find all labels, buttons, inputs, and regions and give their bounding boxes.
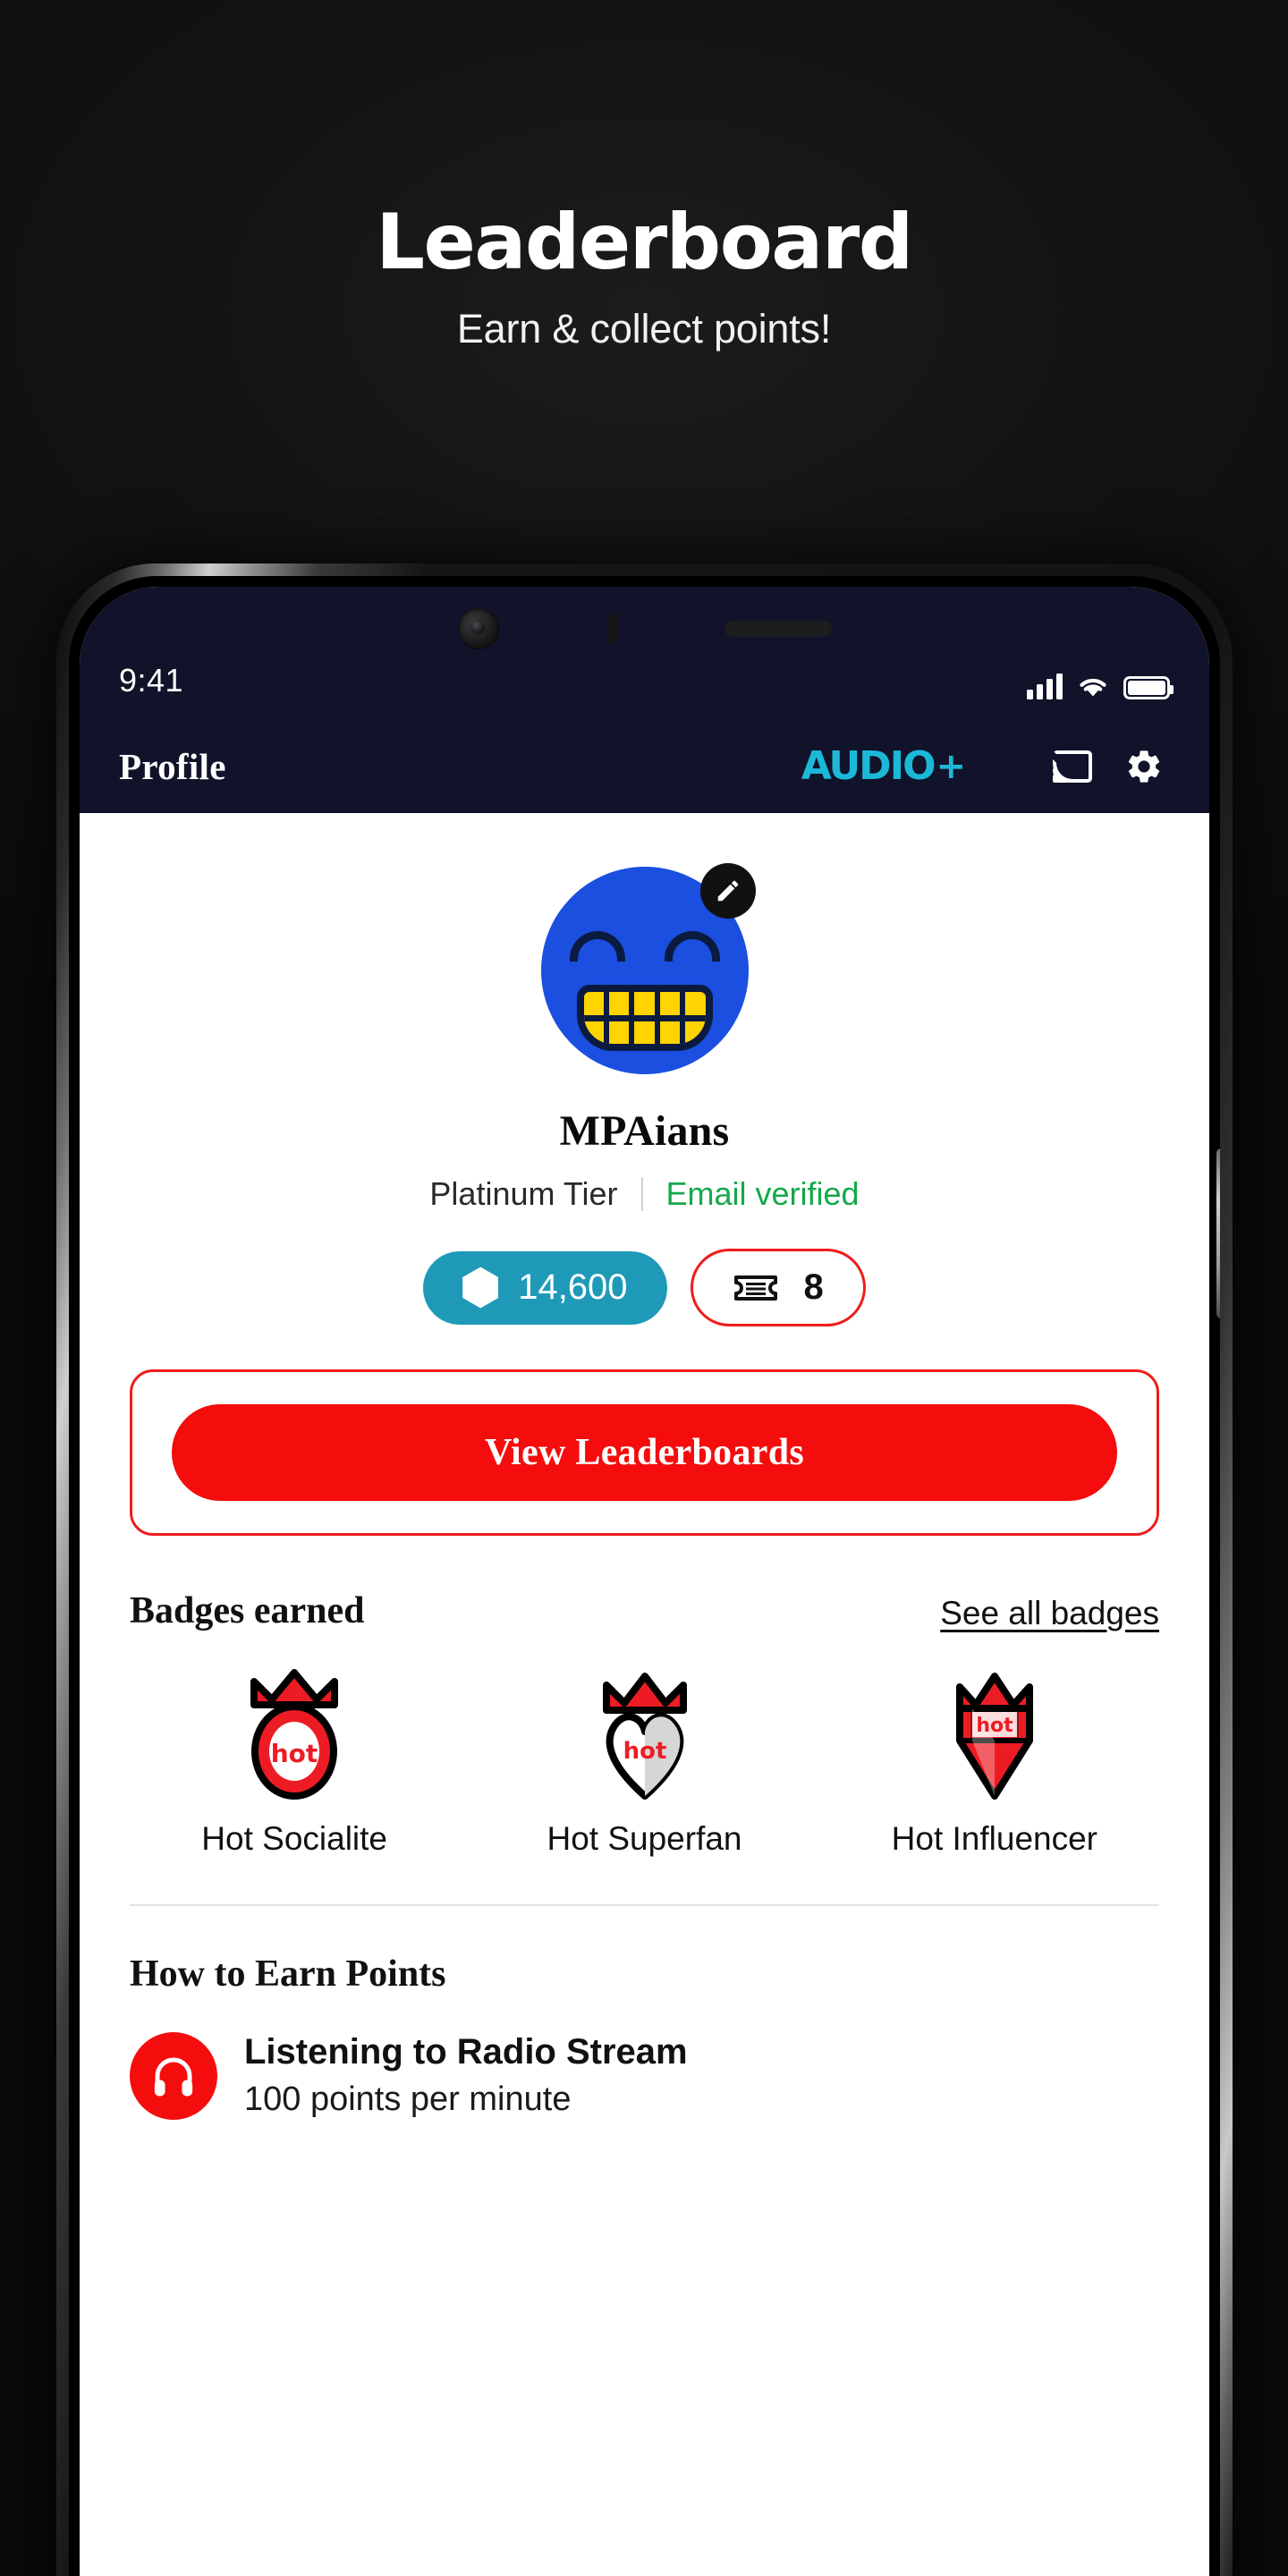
- badges-section-header: Badges earned See all badges: [130, 1589, 1159, 1632]
- status-icons: [1027, 674, 1174, 699]
- gear-icon: [1128, 750, 1160, 783]
- svg-text:hot: hot: [976, 1715, 1013, 1737]
- section-divider: [130, 1904, 1159, 1906]
- points-pill[interactable]: 14,600: [423, 1250, 667, 1325]
- earn-points-text: Listening to Radio Stream 100 points per…: [244, 2029, 688, 2122]
- status-bar: 9:41: [80, 587, 1209, 719]
- earn-points-item[interactable]: Listening to Radio Stream 100 points per…: [130, 2029, 1159, 2122]
- promo-title: Leaderboard: [376, 198, 913, 287]
- avatar-edit-button[interactable]: [699, 863, 756, 919]
- settings-button[interactable]: [1118, 741, 1170, 792]
- earn-points-item-subtitle: 100 points per minute: [244, 2080, 572, 2118]
- logo-text: AUDIO: [801, 743, 936, 789]
- phone-screen: 9:41 Profile AUDIO + MPAians Platinum Ti…: [80, 587, 1209, 2576]
- badge-label: Hot Socialite: [201, 1820, 388, 1857]
- cta-container: View Leaderboards: [130, 1369, 1159, 1536]
- crown-diamond-badge-icon: hot: [830, 1668, 1159, 1802]
- svg-text:hot: hot: [623, 1738, 666, 1765]
- see-all-badges-link[interactable]: See all badges: [940, 1595, 1159, 1632]
- crown-circle-badge-icon: hot: [130, 1668, 459, 1802]
- avatar-wrap: [540, 863, 756, 1074]
- view-leaderboards-button[interactable]: View Leaderboards: [172, 1404, 1117, 1501]
- wifi-icon: [1080, 678, 1106, 697]
- promo-stage: Leaderboard Earn & collect points! 9:41: [0, 0, 1288, 2576]
- cast-button[interactable]: [1046, 741, 1098, 792]
- promo-header: Leaderboard Earn & collect points!: [0, 204, 1288, 352]
- earn-points-item-title: Listening to Radio Stream: [244, 2032, 688, 2072]
- avatar-eye-right: [664, 931, 720, 962]
- svg-text:hot: hot: [271, 1739, 318, 1768]
- app-bar: Profile AUDIO +: [80, 719, 1209, 813]
- edit-pencil-icon: [717, 880, 738, 902]
- avatar-mouth: [576, 985, 713, 1051]
- logo-plus: +: [936, 745, 965, 787]
- ticket-icon: [733, 1275, 777, 1301]
- badge-label: Hot Influencer: [891, 1820, 1098, 1857]
- profile-meta-row: Platinum Tier Email verified: [80, 1175, 1209, 1213]
- avatar-teeth: [584, 992, 706, 1044]
- hexagon-points-icon: [462, 1267, 499, 1309]
- promo-subtitle: Earn & collect points!: [456, 306, 832, 352]
- page-title: Profile: [119, 745, 226, 787]
- profile-body: MPAians Platinum Tier Email verified 14,…: [80, 813, 1209, 2576]
- crown-heart-badge-icon: hot: [479, 1668, 809, 1802]
- status-clock: 9:41: [119, 662, 184, 699]
- earn-points-title: How to Earn Points: [130, 1953, 446, 1995]
- battery-full-icon: [1123, 676, 1174, 699]
- headphones-icon: [130, 2031, 217, 2120]
- stats-pills: 14,600 8: [80, 1249, 1209, 1326]
- badge-item[interactable]: hot Hot Influencer: [830, 1668, 1159, 1858]
- verification-status: Email verified: [665, 1175, 860, 1212]
- tickets-value: 8: [803, 1267, 824, 1307]
- badge-item[interactable]: hot Hot Superfan: [479, 1668, 809, 1858]
- tickets-pill[interactable]: 8: [690, 1249, 866, 1326]
- cast-icon: [1053, 750, 1092, 783]
- badges-list: hot Hot Socialite hot Hot Superfan hot H…: [130, 1668, 1159, 1858]
- cellular-signal-icon: [1027, 674, 1063, 699]
- phone-side-button: [1216, 1148, 1220, 1318]
- username: MPAians: [559, 1107, 730, 1155]
- meta-divider: [640, 1177, 643, 1211]
- badge-label: Hot Superfan: [547, 1820, 742, 1857]
- audio-plus-logo: AUDIO +: [801, 743, 966, 789]
- badge-item[interactable]: hot Hot Socialite: [130, 1668, 459, 1858]
- avatar-eye-left: [569, 931, 625, 962]
- tier-label: Platinum Tier: [429, 1175, 618, 1212]
- points-value: 14,600: [518, 1267, 628, 1307]
- phone-bezel: 9:41 Profile AUDIO + MPAians Platinum Ti…: [69, 576, 1220, 2576]
- badges-title: Badges earned: [130, 1590, 365, 1631]
- phone-mockup: 9:41 Profile AUDIO + MPAians Platinum Ti…: [56, 564, 1233, 2576]
